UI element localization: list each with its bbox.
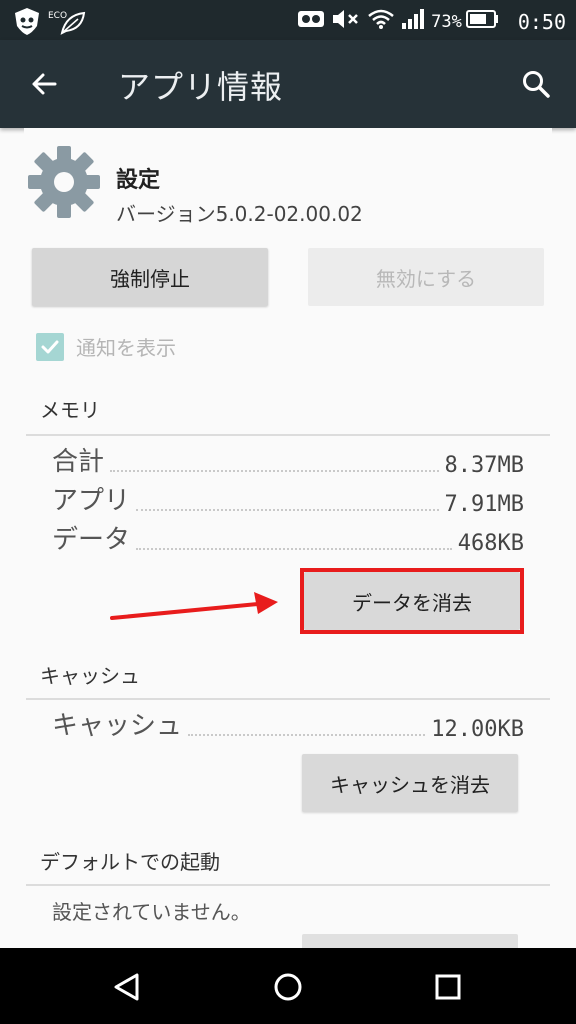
status-left: ECO	[12, 6, 94, 40]
show-notifications-label: 通知を表示	[76, 336, 176, 360]
disable-button[interactable]: 無効にする	[308, 248, 544, 306]
back-button[interactable]	[22, 62, 66, 106]
search-icon	[523, 71, 550, 98]
circle-home-icon	[274, 973, 302, 1001]
status-bar: ECO 73% 0:50	[0, 0, 576, 40]
eco-leaf-icon: ECO	[48, 7, 88, 39]
app-info-content: 設定 バージョン5.0.2-02.00.02 強制停止 無効にする 通知を表示 …	[24, 128, 552, 948]
wifi-icon	[367, 8, 395, 35]
page-title: アプリ情報	[118, 68, 284, 106]
default-launch-divider	[26, 884, 550, 886]
eco-label: ECO	[48, 11, 67, 21]
memory-divider	[26, 434, 550, 436]
default-launch-section-title: デフォルトでの起動	[40, 850, 220, 874]
force-stop-button[interactable]: 強制停止	[32, 248, 268, 306]
memory-row-data: データ 468KB	[52, 520, 524, 556]
show-notifications-checkbox[interactable]	[36, 332, 64, 361]
arrow-left-icon	[32, 73, 57, 95]
gear-icon	[26, 144, 102, 220]
clock: 0:50	[517, 9, 566, 34]
clear-defaults-button[interactable]	[302, 934, 518, 948]
memory-row-total: 合計 8.37MB	[52, 442, 524, 478]
memory-total-label: 合計	[52, 447, 105, 477]
security-shield-icon	[12, 6, 42, 40]
clear-cache-button[interactable]: キャッシュを消去	[302, 754, 518, 812]
dotted-leader	[136, 548, 452, 550]
memory-app-value: 7.91MB	[444, 492, 524, 517]
signal-icon	[401, 8, 425, 35]
show-notifications-row[interactable]: 通知を表示	[36, 332, 176, 361]
mute-icon	[331, 8, 361, 35]
highlight-box	[300, 568, 524, 634]
memory-data-value: 468KB	[457, 531, 524, 556]
memory-row-app: アプリ 7.91MB	[52, 481, 524, 517]
cache-label: キャッシュ	[52, 711, 183, 741]
red-arrow-annotation	[110, 590, 280, 624]
memory-section-title: メモリ	[40, 398, 100, 422]
dotted-leader	[188, 734, 426, 736]
default-launch-text: 設定されていません。	[52, 900, 251, 924]
nav-back-button[interactable]	[102, 962, 152, 1012]
memory-total-value: 8.37MB	[444, 453, 524, 478]
nav-home-button[interactable]	[263, 962, 313, 1012]
square-recent-icon	[435, 974, 461, 1000]
dotted-leader	[110, 470, 439, 472]
check-icon	[41, 340, 59, 353]
search-button[interactable]	[514, 62, 558, 106]
cache-value: 12.00KB	[431, 717, 524, 742]
memory-app-label: アプリ	[52, 486, 131, 516]
cache-row: キャッシュ 12.00KB	[52, 706, 524, 742]
nav-recent-button[interactable]	[423, 962, 473, 1012]
triangle-back-icon	[114, 973, 139, 1001]
cache-section-title: キャッシュ	[40, 664, 140, 688]
dotted-leader	[136, 509, 439, 511]
navigation-bar	[0, 948, 576, 1024]
battery-icon	[465, 9, 500, 34]
cache-divider	[26, 698, 550, 700]
vr-icon	[297, 8, 325, 35]
status-right: 73% 0:50	[297, 8, 566, 35]
memory-data-label: データ	[52, 525, 131, 555]
app-version: バージョン5.0.2-02.00.02	[116, 202, 363, 226]
app-name: 設定	[116, 168, 161, 193]
app-bar: アプリ情報	[0, 40, 576, 128]
battery-percent: 73%	[431, 11, 462, 32]
